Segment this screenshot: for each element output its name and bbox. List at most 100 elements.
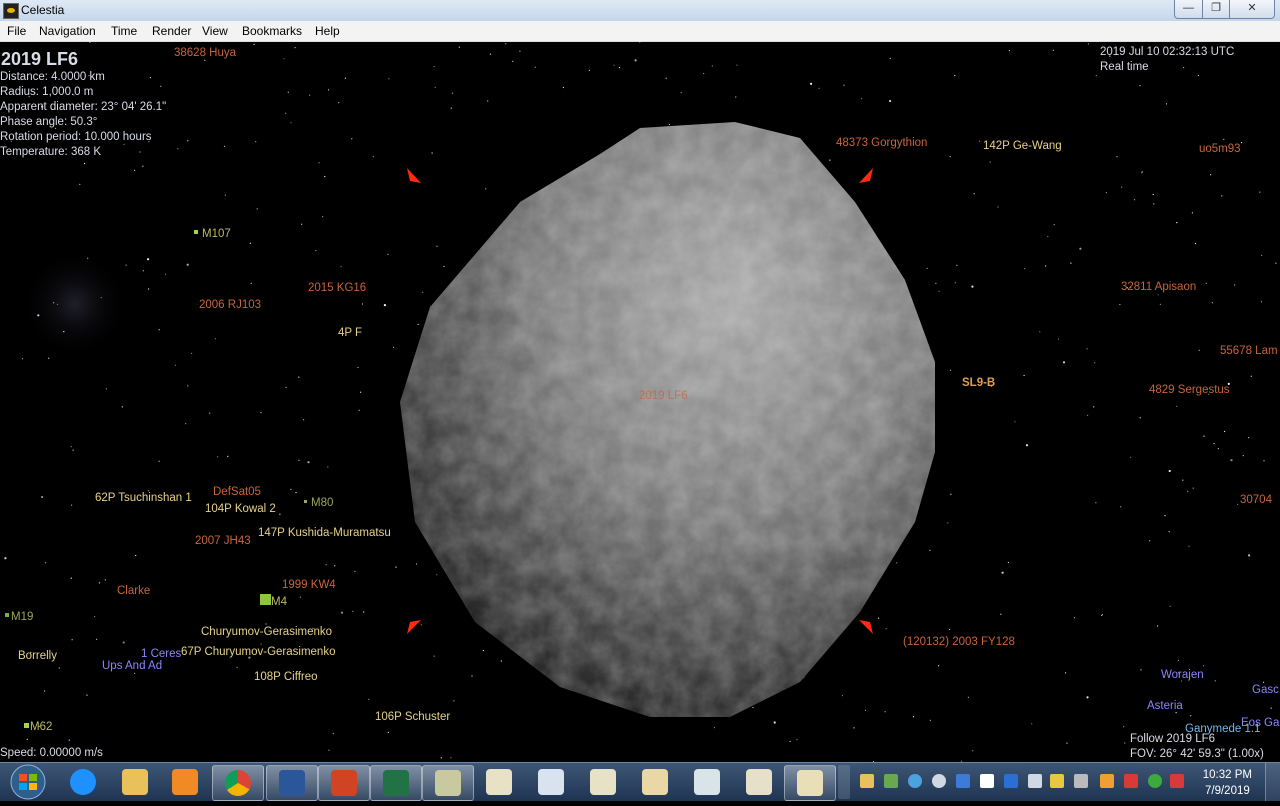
menu-render[interactable]: Render — [152, 24, 191, 38]
taskbar-powerpoint[interactable] — [318, 765, 370, 801]
label-m80[interactable]: M80 — [311, 497, 333, 509]
label-worajen[interactable]: Worajen — [1161, 669, 1204, 681]
taskbar-document-7[interactable] — [784, 765, 836, 801]
label-120132-2003-fy128[interactable]: (120132) 2003 FY128 — [903, 636, 1015, 648]
taskbar-document-6[interactable] — [734, 765, 784, 799]
taskbar-document-1[interactable] — [474, 765, 524, 799]
shield-icon[interactable] — [1050, 774, 1064, 788]
star — [142, 270, 144, 272]
taskbar-document-4[interactable] — [630, 765, 680, 799]
star — [340, 266, 342, 268]
dropbox-icon[interactable] — [932, 774, 946, 788]
label-gasc[interactable]: Gasc — [1252, 684, 1279, 696]
star — [512, 60, 514, 62]
label-4p[interactable]: 4P F — [338, 327, 362, 339]
network-icon[interactable] — [860, 774, 874, 788]
taskbar-celestia[interactable] — [422, 765, 474, 801]
label-67p-churyumov-gerasimenko[interactable]: 67P Churyumov-Gerasimenko — [181, 646, 335, 658]
label-32811-apisaon[interactable]: 32811 Apisaon — [1121, 281, 1196, 293]
taskbar-scroll[interactable] — [838, 765, 850, 799]
speaker-icon[interactable] — [1028, 774, 1042, 788]
label-1999-kw4[interactable]: 1999 KW4 — [282, 579, 336, 591]
label-m19[interactable]: M19 — [11, 611, 33, 623]
menu-bookmarks[interactable]: Bookmarks — [242, 24, 302, 38]
label-2006-rj103[interactable]: 2006 RJ103 — [199, 299, 261, 311]
label-106p-schuster[interactable]: 106P Schuster — [375, 711, 450, 723]
label-4829-sergestus[interactable]: 4829 Sergestus — [1149, 384, 1230, 396]
app-icon-3[interactable] — [1148, 774, 1162, 788]
star — [1248, 437, 1250, 439]
star — [1156, 625, 1159, 627]
star — [978, 140, 981, 142]
star — [487, 100, 489, 102]
app-icon-1[interactable] — [1100, 774, 1114, 788]
minimize-button[interactable]: — — [1174, 0, 1203, 19]
menu-file[interactable]: File — [7, 24, 26, 38]
label-m4[interactable]: M4 — [271, 596, 287, 608]
label-m62[interactable]: M62 — [30, 721, 52, 733]
taskbar-document-5[interactable] — [682, 765, 732, 799]
star — [1101, 614, 1103, 616]
label-churyumov-gerasimenko[interactable]: Churyumov-Gerasimenko — [201, 626, 332, 638]
label-48373-gorgythion[interactable]: 48373 Gorgythion — [836, 137, 927, 149]
taskbar-word[interactable] — [266, 765, 318, 801]
label-30704[interactable]: 30704 — [1240, 494, 1272, 506]
label-104p-kowal-2[interactable]: 104P Kowal 2 — [205, 503, 276, 515]
star — [303, 419, 305, 421]
taskbar-file-explorer[interactable] — [110, 765, 160, 799]
taskbar-clock[interactable]: 10:32 PM 7/9/2019 — [1203, 767, 1252, 799]
star — [440, 757, 442, 759]
space-viewport[interactable]: 2019 LF6 Distance: 4.0000 km Radius: 1,0… — [0, 42, 1280, 762]
label-142p-ge-wang[interactable]: 142P Ge-Wang — [983, 140, 1062, 152]
menu-view[interactable]: View — [202, 24, 228, 38]
taskbar-media-player[interactable] — [160, 765, 210, 799]
app-icon-2[interactable] — [1124, 774, 1138, 788]
start-button[interactable] — [3, 763, 53, 801]
signal-icon[interactable] — [1074, 774, 1088, 788]
selection-marker-tr — [859, 168, 873, 183]
app-icon-4[interactable] — [1170, 774, 1184, 788]
label-38628-huya[interactable]: 38628 Huya — [174, 47, 236, 59]
label-2019-lf6[interactable]: 2019 LF6 — [639, 390, 688, 402]
maximize-button[interactable]: ❐ — [1202, 0, 1230, 19]
menu-help[interactable]: Help — [315, 24, 340, 38]
label-147p-kushida-muramatsu[interactable]: 147P Kushida-Muramatsu — [258, 527, 391, 539]
label-ups-and-ad[interactable]: Ups And Ad — [102, 660, 162, 672]
taskbar-document-3[interactable] — [578, 765, 628, 799]
menu-time[interactable]: Time — [111, 24, 137, 38]
star — [334, 565, 336, 567]
label-62p-tsuchinshan-1[interactable]: 62P Tsuchinshan 1 — [95, 492, 192, 504]
label-eos-ga[interactable]: Eos Ga — [1241, 717, 1279, 729]
menu-navigation[interactable]: Navigation — [39, 24, 96, 38]
show-desktop-button[interactable] — [1265, 763, 1280, 801]
close-button[interactable]: ✕ — [1229, 0, 1275, 19]
label-asteria[interactable]: Asteria — [1147, 700, 1183, 712]
label-m107[interactable]: M107 — [202, 228, 231, 240]
star — [1159, 303, 1161, 305]
taskbar-chrome[interactable] — [212, 765, 264, 801]
taskbar-excel[interactable] — [370, 765, 422, 801]
label-1-ceres[interactable]: 1 Ceres — [141, 648, 181, 660]
security-icon[interactable] — [884, 774, 898, 788]
star — [214, 338, 217, 340]
label-sl9-b[interactable]: SL9-B — [962, 377, 995, 389]
star — [89, 42, 91, 43]
star — [884, 711, 886, 713]
volume-icon[interactable] — [1004, 774, 1018, 788]
label-defsat05[interactable]: DefSat05 — [213, 486, 261, 498]
label-borrelly[interactable]: Borrelly — [18, 650, 57, 662]
taskbar-internet-explorer[interactable] — [58, 765, 108, 799]
star — [1176, 222, 1178, 224]
label-108p-ciffreo[interactable]: 108P Ciffreo — [254, 671, 318, 683]
star — [1001, 571, 1004, 574]
label-2007-jh43[interactable]: 2007 JH43 — [195, 535, 251, 547]
label-clarke[interactable]: Clarke — [117, 585, 150, 597]
label-uo5m93[interactable]: uo5m93 — [1199, 143, 1241, 155]
cloud-icon[interactable] — [908, 774, 922, 788]
taskbar-document-2[interactable] — [526, 765, 576, 799]
label-2015-kg16[interactable]: 2015 KG16 — [308, 282, 374, 294]
flag-icon[interactable] — [980, 774, 994, 788]
label-55678-lam[interactable]: 55678 Lam — [1220, 345, 1278, 357]
star — [71, 504, 73, 506]
display-icon[interactable] — [956, 774, 970, 788]
